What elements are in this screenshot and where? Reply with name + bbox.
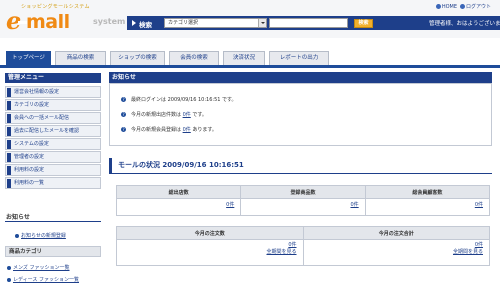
header: ショッピングモールシステム e mall system HOME ログアウト 検… <box>0 0 500 38</box>
menu-item-sent-mail[interactable]: 過去に配信したメールを確認 <box>5 125 101 137</box>
logo-system-word: system <box>93 17 126 26</box>
tab-underline <box>0 65 500 68</box>
new-members-notice: ? 今月の新規会員登録は 0件 あります。 <box>121 126 217 133</box>
category-link-ladies-label: レディース ファッション一覧 <box>13 277 79 283</box>
registered-products-link[interactable]: 0件 <box>350 202 358 208</box>
notices-title: お知らせ <box>109 72 492 83</box>
notices-panel: ? 最終ログインは 2009/09/16 10:16:51 です。 ? 今月の新規出… <box>109 83 492 146</box>
new-shops-prefix: 今月の新規出店件数は <box>131 112 183 118</box>
search-input[interactable] <box>269 18 348 28</box>
search-button[interactable]: 検索 <box>354 19 373 28</box>
category-link-mens-label: メンズ ファッション一覧 <box>13 265 70 271</box>
total-members-link[interactable]: 0件 <box>475 202 483 208</box>
new-notice-link[interactable]: お知らせの新規登録 <box>15 232 66 239</box>
total-members-cell: 0件 <box>364 198 491 216</box>
category-link-mens[interactable]: メンズ ファッション一覧 <box>7 264 70 271</box>
menu-item-bulk-mail[interactable]: 会員への一括メール配信 <box>5 112 101 124</box>
search-label: 検索 <box>139 21 152 29</box>
table-row: 0件 全期間を見る 0件 全期間を見る <box>116 239 490 266</box>
logout-link-label: ログアウト <box>465 4 491 10</box>
bullet-icon <box>7 277 11 282</box>
category-link-ladies[interactable]: レディース ファッション一覧 <box>7 276 79 283</box>
tab-shop-search[interactable]: ショップの検索 <box>110 51 165 65</box>
admin-menu: 運営会社情報の設定 カテゴリの設定 会員への一括メール配信 過去に配信したメール… <box>5 86 101 190</box>
home-link-label: HOME <box>441 3 457 10</box>
monthly-orders-all-periods-link[interactable]: 全期間を見る <box>266 249 296 255</box>
category-select-value: カテゴリ選択 <box>168 20 199 26</box>
greeting-text: 管理者様、おはようございます。 <box>429 21 500 27</box>
new-members-suffix: あります。 <box>190 127 217 133</box>
tab-report-output[interactable]: レポートの出力 <box>269 51 329 65</box>
header-total-members: 総会員顧客数 <box>364 185 491 199</box>
monthly-orders-link[interactable]: 0件 <box>288 242 296 248</box>
menu-item-system-settings[interactable]: システムの設定 <box>5 138 101 150</box>
admin-menu-title: 管理メニュー <box>5 73 101 83</box>
sidebar-notice-rule <box>5 221 101 222</box>
last-login-text: 最終ログインは 2009/09/16 10:16:51 です。 <box>131 97 237 103</box>
top-links: HOME ログアウト <box>435 3 491 10</box>
new-members-count-link[interactable]: 0件 <box>183 127 191 133</box>
monthly-order-total-cell: 0件 全期間を見る <box>302 239 490 266</box>
chevron-down-icon <box>258 19 266 27</box>
home-icon <box>435 3 441 9</box>
new-members-prefix: 今月の新規会員登録は <box>131 127 183 133</box>
table-row: 0件 0件 0件 <box>115 198 491 216</box>
logo-tagline: ショッピングモールシステム <box>21 4 90 10</box>
category-select[interactable]: カテゴリ選択 <box>164 18 267 28</box>
bullet-icon <box>15 233 19 238</box>
monthly-order-total-link[interactable]: 0件 <box>475 242 483 248</box>
header-total-shops: 総出店数 <box>115 185 242 199</box>
sidebar-notice-title: お知らせ <box>6 214 30 221</box>
table-header-row: 総出店数 登録商品数 総会員顧客数 <box>115 185 491 199</box>
bullet-icon <box>7 265 11 270</box>
menu-item-fee-list[interactable]: 利用料の一覧 <box>5 177 101 189</box>
monthly-orders-table: 今月の注文数 今月の注文合計 0件 全期間を見る 0件 全期間を見る <box>116 226 490 266</box>
tab-member-search[interactable]: 会員の検索 <box>169 51 219 65</box>
header-registered-products: 登録商品数 <box>240 185 366 199</box>
info-icon: ? <box>121 97 126 102</box>
triangle-right-icon <box>132 20 136 26</box>
e-mall-logo[interactable]: ショッピングモールシステム e mall system <box>4 2 128 36</box>
last-login-notice: ? 最終ログインは 2009/09/16 10:16:51 です。 <box>121 96 237 103</box>
monthly-orders-cell: 0件 全期間を見る <box>116 239 304 266</box>
logout-icon <box>459 4 465 9</box>
info-icon: ? <box>121 127 126 132</box>
total-shops-cell: 0件 <box>115 198 242 216</box>
logout-link[interactable]: ログアウト <box>459 3 491 10</box>
home-link[interactable]: HOME <box>435 3 457 10</box>
new-shops-notice: ? 今月の新規出店件数は 0件 です。 <box>121 111 207 118</box>
new-notice-link-label: お知らせの新規登録 <box>21 233 66 239</box>
menu-item-admin-settings[interactable]: 管理者の設定 <box>5 151 101 163</box>
mall-status-title: モールの状況 2009/09/16 10:16:51 <box>109 158 492 174</box>
info-icon: ? <box>121 112 126 117</box>
product-category-title: 商品カテゴリ <box>5 246 101 257</box>
tab-product-search[interactable]: 商品の検索 <box>55 51 106 65</box>
registered-products-cell: 0件 <box>240 198 366 216</box>
header-monthly-orders: 今月の注文数 <box>116 226 304 240</box>
tab-top-page[interactable]: トップページ <box>6 51 51 65</box>
monthly-order-total-all-periods-link[interactable]: 全期間を見る <box>453 249 483 255</box>
total-shops-link[interactable]: 0件 <box>226 202 234 208</box>
menu-item-fee-settings[interactable]: 利用料の設定 <box>5 164 101 176</box>
main-tabs: トップページ 商品の検索 ショップの検索 会員の検索 決済状況 レポートの出力 <box>6 51 329 65</box>
tab-payment-status[interactable]: 決済状況 <box>223 51 265 65</box>
table-header-row: 今月の注文数 今月の注文合計 <box>116 226 490 240</box>
search-bar: 検索 カテゴリ選択 検索 管理者様、おはようございます。 <box>127 16 500 30</box>
new-shops-count-link[interactable]: 0件 <box>183 112 191 118</box>
header-monthly-order-total: 今月の注文合計 <box>302 226 490 240</box>
logo-word: mall <box>26 11 70 33</box>
menu-item-category-settings[interactable]: カテゴリの設定 <box>5 99 101 111</box>
menu-item-company-info[interactable]: 運営会社情報の設定 <box>5 86 101 98</box>
new-shops-suffix: です。 <box>190 112 207 118</box>
mall-totals-table: 総出店数 登録商品数 総会員顧客数 0件 0件 0件 <box>115 185 491 216</box>
